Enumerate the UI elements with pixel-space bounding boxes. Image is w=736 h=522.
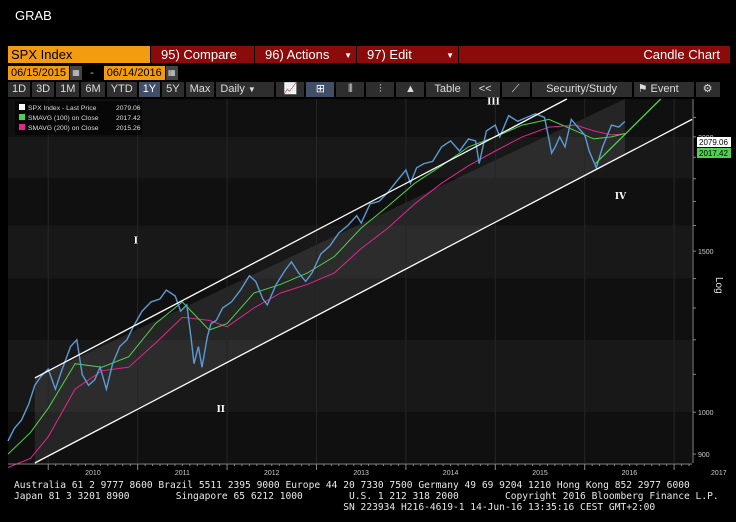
dropdown-arrow-icon: ▼ — [344, 51, 352, 60]
x-tick-label: 2010 — [85, 470, 101, 477]
period-5y[interactable]: 5Y — [162, 82, 184, 97]
footer-line-3: SN 223934 H216-4619-1 14-Jun-16 13:35:16… — [14, 502, 656, 513]
actions-label: 96) Actions — [265, 47, 330, 62]
table-button[interactable]: Table — [426, 82, 469, 97]
x-tick-label: 2014 — [443, 470, 459, 477]
last-price-tag: 2079.06 — [699, 138, 728, 147]
x-tick-label: 2016 — [622, 470, 638, 477]
start-date-field[interactable]: 06/15/2015 — [8, 65, 70, 80]
x-tick-label: 2015 — [532, 470, 548, 477]
legend-value-sma100: 2017.42 — [116, 115, 141, 122]
footer-line-1: Australia 61 2 9777 8600 Brazil 5511 239… — [14, 480, 690, 491]
price-chart[interactable]: IIIIIIIV 900100015002000 201020112012201… — [0, 97, 736, 479]
period-max[interactable]: Max — [185, 82, 215, 97]
bar-chart-icon[interactable]: ⊞ — [306, 82, 335, 97]
legend-value-sma200: 2015.26 — [116, 125, 141, 132]
wave-label: I — [134, 236, 138, 246]
axis-title: Log — [713, 277, 724, 294]
frequency-select[interactable]: Daily ▼ — [216, 82, 275, 97]
period-1y[interactable]: 1Y — [138, 82, 161, 97]
back-button[interactable]: << — [470, 82, 500, 97]
gear-icon[interactable]: ⚙ — [695, 82, 720, 97]
footer-info: Australia 61 2 9777 8600 Brazil 5511 239… — [14, 480, 719, 513]
legend-swatch-price — [19, 104, 25, 110]
wave-label: III — [487, 97, 500, 107]
x-tick-label: 2017 — [711, 470, 727, 477]
line-chart-icon[interactable]: 📈 — [276, 82, 305, 97]
ohlc-chart-icon[interactable]: ⫶ — [366, 82, 395, 97]
command-bar: SPX Index 95) Compare 96) Actions ▼ 97) … — [8, 46, 730, 63]
date-separator: - — [90, 66, 94, 79]
period-3d[interactable]: 3D — [32, 82, 55, 97]
event-label: Event — [650, 83, 679, 95]
flag-icon: ⚑ — [637, 83, 648, 95]
end-date-field[interactable]: 06/14/2016 — [103, 65, 165, 80]
legend-label-sma100: SMAVG (100) on Close — [28, 115, 99, 122]
draw-icon[interactable]: ⟋ — [501, 82, 530, 97]
period-ytd[interactable]: YTD — [106, 82, 137, 97]
window-title: GRAB — [15, 8, 52, 23]
period-6m[interactable]: 6M — [81, 82, 105, 97]
dropdown-arrow-icon: ▼ — [247, 85, 256, 94]
legend-value-price: 2079.06 — [116, 105, 141, 112]
compare-button[interactable]: 95) Compare — [150, 46, 254, 63]
wave-label: IV — [615, 192, 627, 202]
legend-swatch-sma200 — [19, 124, 25, 130]
mountain-chart-icon[interactable]: ▲ — [396, 82, 425, 97]
actions-menu[interactable]: 96) Actions ▼ — [254, 46, 356, 63]
y-tick-label: 1000 — [698, 410, 714, 417]
legend-label-sma200: SMAVG (200) on Close — [28, 125, 99, 132]
chart-toolbar: 1D 3D 1M 6M YTD 1Y 5Y Max Daily ▼ 📈 ⊞ ⫴ … — [8, 82, 730, 97]
date-range-bar: 06/15/2015 ▦ - 06/14/2016 ▦ — [8, 65, 178, 80]
edit-label: 97) Edit — [367, 47, 412, 62]
event-button[interactable]: ⚑ Event — [633, 82, 694, 97]
period-1m[interactable]: 1M — [56, 82, 80, 97]
frequency-label: Daily — [220, 83, 245, 95]
legend-swatch-sma100 — [19, 114, 25, 120]
calendar-icon[interactable]: ▦ — [70, 65, 83, 80]
wave-label: II — [217, 405, 225, 415]
x-tick-label: 2012 — [264, 470, 280, 477]
edit-menu[interactable]: 97) Edit ▼ — [356, 46, 458, 63]
legend-label-price: SPX Index - Last Price — [28, 105, 97, 112]
footer-line-2: Japan 81 3 3201 8900 Singapore 65 6212 1… — [14, 491, 719, 502]
dropdown-arrow-icon: ▼ — [446, 51, 454, 60]
compare-label: 95) Compare — [161, 47, 237, 62]
period-1d[interactable]: 1D — [8, 82, 31, 97]
security-study-button[interactable]: Security/Study — [531, 82, 632, 97]
chart-type-label[interactable]: Candle Chart — [458, 46, 730, 63]
x-tick-label: 2013 — [353, 470, 369, 477]
calendar-icon[interactable]: ▦ — [165, 65, 178, 80]
chart-band — [8, 178, 692, 226]
y-tick-label: 1500 — [698, 249, 714, 256]
candle-chart-icon[interactable]: ⫴ — [336, 82, 365, 97]
y-tick-label: 900 — [698, 452, 710, 459]
sma-tag: 2017.42 — [699, 149, 728, 158]
x-tick-label: 2011 — [175, 470, 190, 477]
security-field[interactable]: SPX Index — [8, 46, 150, 63]
legend-box: SPX Index - Last Price 2079.06 SMAVG (10… — [15, 101, 142, 135]
